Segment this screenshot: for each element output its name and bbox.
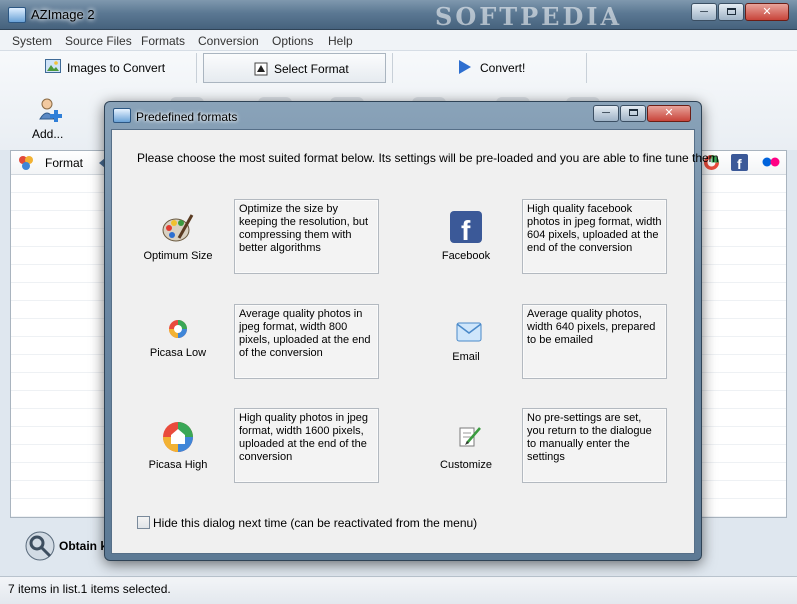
add-label: Add... (32, 127, 64, 141)
dialog-minimize-button[interactable]: ─ (593, 105, 619, 122)
images-icon (45, 59, 61, 73)
obtain-key-label[interactable]: Obtain k (59, 539, 107, 553)
dialog-title: Predefined formats (136, 110, 238, 124)
maximize-button[interactable] (718, 3, 744, 21)
status-text: 7 items in list.1 items selected. (8, 582, 171, 596)
customize-description: No pre-settings are set, you return to t… (522, 408, 667, 483)
picasa-low-label[interactable]: Picasa Low (123, 347, 233, 359)
format-icon (254, 62, 268, 76)
convert-label: Convert! (480, 61, 526, 75)
title-bar[interactable]: AZImage 2 SOFTPEDIA ─ ✕ (0, 0, 797, 31)
dialog-body: Please choose the most suited format bel… (111, 129, 719, 554)
picasa-high-description: High quality photos in jpeg format, widt… (234, 408, 379, 483)
customize-icon[interactable] (458, 424, 482, 448)
dialog-maximize-button[interactable] (620, 105, 646, 122)
minimize-icon: ─ (700, 6, 708, 18)
maximize-icon (726, 8, 736, 15)
dialog-close-button[interactable]: ✕ (647, 105, 691, 122)
menu-source-files[interactable]: Source Files (65, 34, 132, 48)
hide-dialog-row[interactable]: Hide this dialog next time (can be react… (137, 515, 477, 530)
add-user-icon (39, 98, 62, 122)
optimum-size-label[interactable]: Optimum Size (123, 250, 233, 262)
window-title: AZImage 2 (31, 7, 95, 22)
menu-help[interactable]: Help (328, 34, 353, 48)
hide-dialog-checkbox[interactable] (137, 516, 150, 530)
facebook-description: High quality facebook photos in jpeg for… (522, 199, 667, 274)
watermark-text: SOFTPEDIA (435, 2, 623, 31)
toolbar-separator (196, 53, 197, 83)
toolbar-separator (392, 53, 393, 83)
email-label[interactable]: Email (411, 351, 521, 363)
predefined-formats-dialog: Predefined formats ─ ✕ Please choose the… (104, 101, 719, 561)
menu-conversion[interactable]: Conversion (198, 34, 259, 48)
dialog-intro-text: Please choose the most suited format bel… (137, 151, 719, 165)
select-format-button[interactable]: Select Format (203, 53, 386, 83)
obtain-key-icon[interactable] (24, 530, 56, 562)
flickr-service-icon[interactable] (761, 155, 781, 169)
play-arrow-icon (459, 60, 471, 74)
svg-text:f: f (737, 156, 742, 171)
palette-icon[interactable] (161, 211, 195, 245)
dialog-icon (113, 108, 131, 123)
close-button[interactable]: ✕ (745, 3, 789, 21)
picasa-low-description: Average quality photos in jpeg format, w… (234, 304, 379, 379)
svg-text:f: f (461, 215, 471, 244)
add-button[interactable]: Add... (26, 97, 70, 143)
email-description: Average quality photos, width 640 pixels… (522, 304, 667, 379)
menu-bar: System Source Files Formats Conversion O… (0, 30, 797, 51)
app-icon (8, 7, 26, 23)
menu-options[interactable]: Options (272, 34, 313, 48)
minimize-icon: ─ (602, 107, 610, 119)
picasa-high-label[interactable]: Picasa High (123, 459, 233, 471)
menu-formats[interactable]: Formats (141, 34, 185, 48)
toolbar-separator (586, 53, 587, 83)
close-icon: ✕ (762, 6, 772, 18)
images-to-convert-label: Images to Convert (67, 61, 166, 75)
picasa-large-icon[interactable] (161, 420, 195, 454)
facebook-icon[interactable]: f (449, 210, 483, 244)
facebook-service-icon[interactable]: f (731, 154, 748, 171)
minimize-button[interactable]: ─ (691, 3, 717, 21)
menu-system[interactable]: System (12, 34, 52, 48)
status-bar: 7 items in list.1 items selected. (0, 576, 797, 604)
email-icon[interactable] (456, 321, 482, 343)
select-format-label: Select Format (274, 62, 349, 76)
close-icon: ✕ (664, 107, 674, 119)
format-column-header[interactable]: Format (45, 156, 83, 170)
picasa-small-icon[interactable] (168, 319, 188, 339)
hide-dialog-label[interactable]: Hide this dialog next time (can be react… (153, 516, 477, 530)
optimum-size-description: Optimize the size by keeping the resolut… (234, 199, 379, 274)
images-to-convert-button[interactable]: Images to Convert (40, 53, 190, 83)
convert-button[interactable]: Convert! (450, 53, 570, 83)
facebook-label[interactable]: Facebook (411, 250, 521, 262)
maximize-icon (628, 109, 638, 116)
format-header-icon (19, 156, 33, 170)
customize-label[interactable]: Customize (411, 459, 521, 471)
